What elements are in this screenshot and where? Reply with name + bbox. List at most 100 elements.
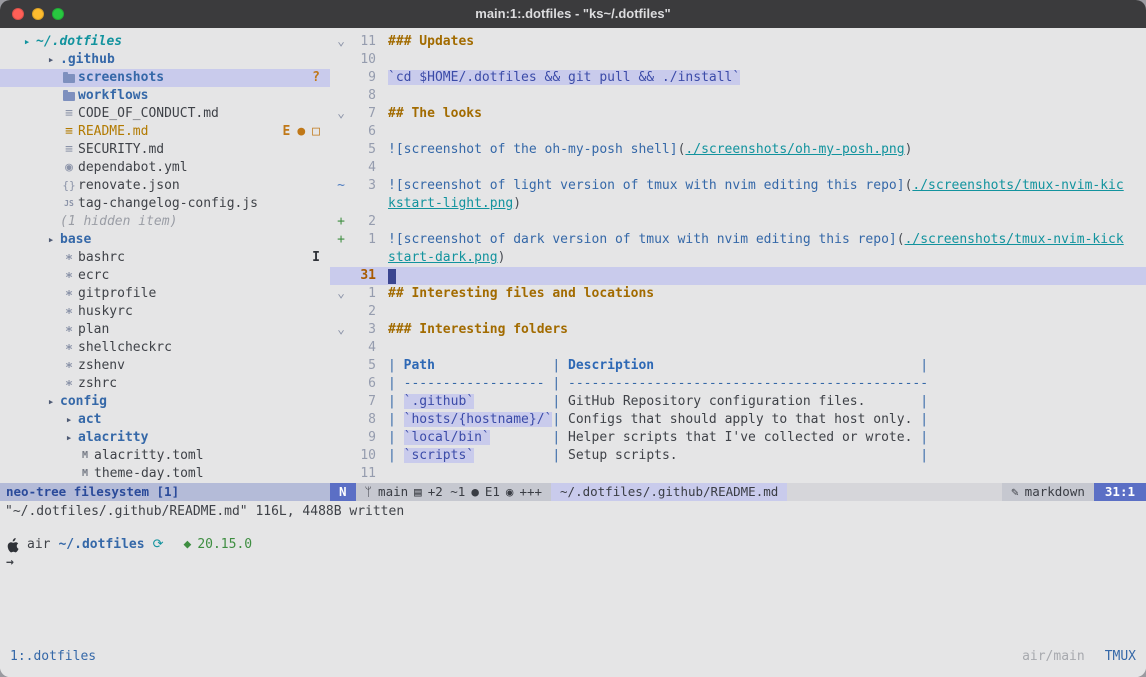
shell-input-line[interactable]: → bbox=[0, 554, 1146, 572]
editor-line[interactable]: 7 | `.github` | GitHub Repository configu… bbox=[330, 393, 1146, 411]
editor-line[interactable]: 9| `local/bin` | Helper scripts that I'v… bbox=[330, 429, 1146, 447]
tree-item-label: (1 hidden item) bbox=[60, 213, 177, 231]
editor-line[interactable]: 10| `scripts` | Setup scripts. | bbox=[330, 447, 1146, 465]
tree-item[interactable]: ≡README.mdE●□ bbox=[0, 123, 330, 141]
tree-item-badges: E●□ bbox=[283, 123, 330, 141]
editor-line[interactable]: ~3![screenshot of light version of tmux … bbox=[330, 177, 1146, 195]
editor-line[interactable]: +2 bbox=[330, 213, 1146, 231]
tree-item[interactable]: ▸act bbox=[0, 411, 330, 429]
line-text: | `.github` | GitHub Repository configur… bbox=[388, 393, 1146, 411]
shell-file-icon: ∗ bbox=[60, 267, 78, 285]
tree-item[interactable]: ≡SECURITY.md bbox=[0, 141, 330, 159]
shell-pane[interactable]: air ~/.dotfiles ⟳ ◆ 20.15.0 → bbox=[0, 536, 1146, 572]
git-branch-icon: ᛘ bbox=[365, 483, 373, 501]
sign-column bbox=[330, 465, 352, 483]
tmux-session-name: air/main bbox=[1022, 648, 1085, 666]
tree-item[interactable]: ≡CODE_OF_CONDUCT.md bbox=[0, 105, 330, 123]
tree-item[interactable]: ∗huskyrc bbox=[0, 303, 330, 321]
tree-item[interactable]: (1 hidden item) bbox=[0, 213, 330, 231]
line-number: 10 bbox=[352, 51, 376, 69]
editor-line[interactable]: 2 bbox=[330, 303, 1146, 321]
tree-item[interactable]: ∗shellcheckrc bbox=[0, 339, 330, 357]
tree-item[interactable]: ∗ecrc bbox=[0, 267, 330, 285]
editor-line[interactable]: 10 bbox=[330, 51, 1146, 69]
window-title: main:1:.dotfiles - "ks~/.dotfiles" bbox=[475, 5, 670, 23]
tree-item[interactable]: Mtheme-day.toml bbox=[0, 465, 330, 483]
line-number: 11 bbox=[352, 33, 376, 51]
tree-item-label: renovate.json bbox=[78, 177, 180, 195]
tree-item-label: theme-day.toml bbox=[94, 465, 204, 483]
tree-item[interactable]: Malacritty.toml bbox=[0, 447, 330, 465]
editor-buffer[interactable]: ⌄11### Updates109`cd $HOME/.dotfiles && … bbox=[330, 28, 1146, 483]
line-text: | `scripts` | Setup scripts. | bbox=[388, 447, 1146, 465]
editor-line[interactable]: kstart-light.png) bbox=[330, 195, 1146, 213]
modified-icon: ◉ bbox=[506, 483, 514, 501]
tree-item[interactable]: ▸config bbox=[0, 393, 330, 411]
fold-icon: ⌄ bbox=[330, 321, 352, 339]
tree-item[interactable]: ▸~/.dotfiles bbox=[0, 33, 330, 51]
tree-item-label: tag-changelog-config.js bbox=[78, 195, 258, 213]
tree-item-label: alacritty.toml bbox=[94, 447, 204, 465]
sign-column bbox=[330, 393, 352, 411]
line-number: 5 bbox=[352, 141, 376, 159]
tree-item[interactable]: ∗bashrcI bbox=[0, 249, 330, 267]
js-file-icon: JS bbox=[60, 195, 78, 213]
editor-line[interactable]: 31 bbox=[330, 267, 1146, 285]
tree-item[interactable]: screenshots? bbox=[0, 69, 330, 87]
zoom-button[interactable] bbox=[52, 8, 64, 20]
tree-item-badges: ? bbox=[312, 69, 330, 87]
tree-item[interactable]: ▸alacritty bbox=[0, 429, 330, 447]
line-number: 7 bbox=[352, 105, 376, 123]
line-text bbox=[388, 465, 1146, 483]
git-changed-sign: ~ bbox=[330, 177, 352, 195]
tree-item[interactable]: JStag-changelog-config.js bbox=[0, 195, 330, 213]
statusline-filepath: ~/.dotfiles/.github/README.md bbox=[551, 483, 787, 501]
close-button[interactable] bbox=[12, 8, 24, 20]
editor-line[interactable]: 6| ------------------ | ----------------… bbox=[330, 375, 1146, 393]
editor-line[interactable]: +1![screenshot of dark version of tmux w… bbox=[330, 231, 1146, 249]
tree-item[interactable]: ∗zshenv bbox=[0, 357, 330, 375]
line-text bbox=[388, 87, 1146, 105]
filetype-icon: ✎ bbox=[1011, 483, 1019, 501]
minimize-button[interactable] bbox=[32, 8, 44, 20]
editor-line[interactable]: ⌄3### Interesting folders bbox=[330, 321, 1146, 339]
cursor-position: 31:1 bbox=[1094, 483, 1146, 501]
editor-line[interactable]: 9`cd $HOME/.dotfiles && git pull && ./in… bbox=[330, 69, 1146, 87]
tree-item-label: CODE_OF_CONDUCT.md bbox=[78, 105, 219, 123]
tree-item[interactable]: ∗plan bbox=[0, 321, 330, 339]
editor-line[interactable]: 8| `hosts/{hostname}/`| Configs that sho… bbox=[330, 411, 1146, 429]
terminal-window: main:1:.dotfiles - "ks~/.dotfiles" ▸~/.d… bbox=[0, 0, 1146, 677]
editor-line[interactable]: ⌄7## The looks bbox=[330, 105, 1146, 123]
editor-line[interactable]: 11 bbox=[330, 465, 1146, 483]
tree-item[interactable]: {}renovate.json bbox=[0, 177, 330, 195]
status-badge: ? bbox=[312, 69, 320, 87]
editor-line[interactable]: 8 bbox=[330, 87, 1146, 105]
editor-line[interactable]: 6 bbox=[330, 123, 1146, 141]
diagnostics: E1 bbox=[485, 483, 500, 501]
statusline-git-section: ᛘ main ▤ +2 ~1 ● E1 ◉ +++ bbox=[356, 483, 552, 501]
line-number: 7 bbox=[352, 393, 376, 411]
tmux-badge: TMUX bbox=[1105, 648, 1136, 666]
tree-item-label: gitprofile bbox=[78, 285, 156, 303]
tree-item[interactable]: ▸base bbox=[0, 231, 330, 249]
editor-line[interactable]: 4 bbox=[330, 339, 1146, 357]
line-number: 9 bbox=[352, 429, 376, 447]
editor-line[interactable]: 5| Path | Description | bbox=[330, 357, 1146, 375]
line-text bbox=[388, 123, 1146, 141]
git-diff: +2 ~1 bbox=[428, 483, 466, 501]
editor-line[interactable]: 4 bbox=[330, 159, 1146, 177]
editor-line[interactable]: ⌄1## Interesting files and locations bbox=[330, 285, 1146, 303]
tree-item[interactable]: workflows bbox=[0, 87, 330, 105]
tree-item[interactable]: ∗zshrc bbox=[0, 375, 330, 393]
chevron-icon: ▸ bbox=[60, 411, 78, 429]
tmux-right-section: air/main TMUX bbox=[1022, 648, 1136, 666]
tree-item[interactable]: ∗gitprofile bbox=[0, 285, 330, 303]
line-number: 8 bbox=[352, 411, 376, 429]
editor-line[interactable]: start-dark.png) bbox=[330, 249, 1146, 267]
line-number bbox=[352, 195, 376, 213]
tree-item[interactable]: ▸.github bbox=[0, 51, 330, 69]
tree-item[interactable]: ◉dependabot.yml bbox=[0, 159, 330, 177]
editor-line[interactable]: 5![screenshot of the oh-my-posh shell](.… bbox=[330, 141, 1146, 159]
editor-line[interactable]: ⌄11### Updates bbox=[330, 33, 1146, 51]
tmux-window-tab[interactable]: 1:.dotfiles bbox=[10, 648, 96, 666]
